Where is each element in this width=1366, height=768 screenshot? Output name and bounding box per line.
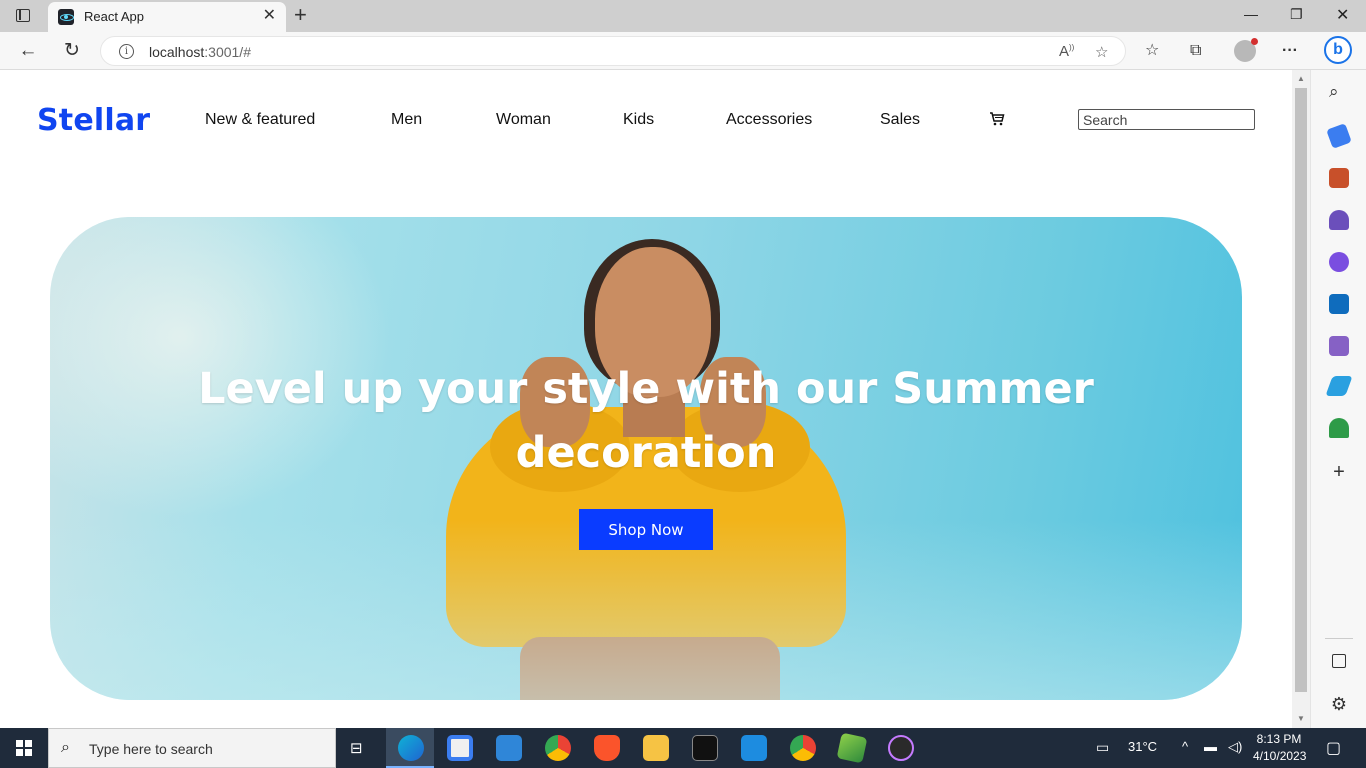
shop-now-button[interactable]: Shop Now: [579, 509, 713, 550]
nav-sales[interactable]: Sales: [880, 111, 920, 129]
task-view-icon[interactable]: ⊟: [350, 739, 363, 757]
store-taskbar-icon[interactable]: [447, 735, 473, 761]
back-icon[interactable]: ←: [16, 39, 40, 63]
favorites-icon[interactable]: ☆: [1145, 41, 1159, 61]
taskbar-clock[interactable]: 8:13 PM 4/10/2023: [1253, 731, 1307, 765]
search-input[interactable]: [1078, 109, 1255, 130]
site-info-icon[interactable]: i: [119, 44, 134, 59]
close-window-icon[interactable]: ✕: [1336, 5, 1349, 25]
weather-icon[interactable]: ▭: [1096, 739, 1109, 756]
nav-new-featured[interactable]: New & featured: [205, 111, 315, 129]
more-menu-icon[interactable]: ···: [1282, 41, 1298, 61]
file-explorer-taskbar-icon[interactable]: [643, 735, 669, 761]
brave-taskbar-icon[interactable]: [594, 735, 620, 761]
scroll-up-icon[interactable]: ▲: [1297, 74, 1305, 83]
edge-taskbar-icon[interactable]: [398, 735, 424, 761]
close-tab-icon[interactable]: ✕: [263, 8, 276, 24]
chrome-taskbar-icon[interactable]: [545, 735, 571, 761]
minimize-icon[interactable]: —: [1244, 6, 1258, 22]
scrollbar-thumb[interactable]: [1295, 88, 1307, 692]
sidebar-send-icon[interactable]: [1325, 376, 1353, 396]
taskbar-search-placeholder: Type here to search: [89, 741, 213, 757]
taskbar-search[interactable]: ⌕ Type here to search: [48, 728, 336, 768]
sidebar-tools-icon[interactable]: [1329, 168, 1349, 188]
sidebar-split-icon[interactable]: [1332, 654, 1346, 668]
network-icon[interactable]: ▬: [1204, 739, 1217, 754]
mail-taskbar-icon[interactable]: [496, 735, 522, 761]
clock-date: 4/10/2023: [1253, 749, 1307, 763]
nav-kids[interactable]: Kids: [623, 111, 654, 129]
react-favicon-icon: [58, 9, 74, 25]
nav-men[interactable]: Men: [391, 111, 422, 129]
new-tab-icon[interactable]: +: [294, 3, 307, 27]
tab-title: React App: [84, 9, 144, 24]
sidebar-designer-icon[interactable]: [1329, 336, 1349, 356]
url-path: :3001/#: [204, 44, 251, 60]
browser-tab-strip: React App ✕ + — ❐ ✕: [0, 0, 1366, 32]
windows-start-icon[interactable]: [16, 740, 32, 756]
terminal-taskbar-icon[interactable]: [692, 735, 718, 761]
scroll-down-icon[interactable]: ▼: [1297, 714, 1305, 723]
search-icon: ⌕: [61, 739, 70, 756]
tray-overflow-icon[interactable]: ^: [1182, 739, 1188, 754]
clock-time: 8:13 PM: [1256, 732, 1302, 746]
bluestacks-taskbar-icon[interactable]: [836, 732, 868, 764]
sidebar-search-icon[interactable]: ⌕: [1329, 82, 1349, 102]
refresh-icon[interactable]: ↻: [60, 39, 84, 63]
add-favorite-icon[interactable]: ☆: [1095, 43, 1108, 61]
browser-toolbar: ← ↻ i localhost:3001/# A)) ☆ ☆ ⧉ ··· b: [0, 32, 1366, 70]
url-text[interactable]: localhost:3001/#: [149, 44, 251, 60]
windows-taskbar: ⌕ Type here to search ⊟ ▭ 31°C ^ ▬ ◁) 8:…: [0, 728, 1366, 768]
volume-icon[interactable]: ◁): [1228, 739, 1242, 755]
sidebar-tree-icon[interactable]: [1329, 418, 1349, 438]
collections-icon[interactable]: ⧉: [1190, 41, 1201, 61]
chrome-beta-taskbar-icon[interactable]: [790, 735, 816, 761]
sidebar-shopping-icon[interactable]: [1326, 123, 1352, 149]
sidebar-outlook-icon[interactable]: [1329, 294, 1349, 314]
notifications-icon[interactable]: ▢: [1326, 738, 1341, 758]
cart-icon[interactable]: [989, 111, 1005, 127]
vscode-taskbar-icon[interactable]: [741, 735, 767, 761]
address-bar[interactable]: i localhost:3001/# A)) ☆: [100, 36, 1126, 66]
nav-woman[interactable]: Woman: [496, 111, 551, 129]
edge-sidebar: ⌕ + ⚙: [1310, 70, 1366, 728]
sidebar-games-icon[interactable]: [1329, 210, 1349, 230]
restore-icon[interactable]: ❐: [1290, 6, 1303, 23]
weather-temperature[interactable]: 31°C: [1128, 739, 1157, 754]
brand-logo[interactable]: Stellar: [37, 103, 150, 138]
read-aloud-icon[interactable]: A)): [1059, 43, 1074, 60]
page-scrollbar[interactable]: ▲ ▼: [1292, 70, 1310, 728]
web-page: Stellar New & featured Men Woman Kids Ac…: [0, 71, 1292, 728]
nav-accessories[interactable]: Accessories: [726, 111, 812, 129]
hero-heading: Level up your style with our Summer deco…: [198, 364, 1094, 478]
bing-copilot-icon[interactable]: b: [1324, 36, 1352, 64]
browser-tab[interactable]: React App ✕: [48, 2, 286, 32]
tab-actions-icon[interactable]: [12, 6, 34, 26]
profile-avatar[interactable]: [1234, 38, 1258, 62]
hero-banner: Level up your style with our Summer deco…: [50, 217, 1242, 700]
media-player-taskbar-icon[interactable]: [888, 735, 914, 761]
sidebar-settings-icon[interactable]: ⚙: [1329, 694, 1349, 714]
sidebar-add-icon[interactable]: +: [1329, 462, 1349, 482]
sidebar-office-icon[interactable]: [1329, 252, 1349, 272]
url-host: localhost: [149, 44, 205, 60]
sidebar-divider: [1325, 638, 1353, 639]
